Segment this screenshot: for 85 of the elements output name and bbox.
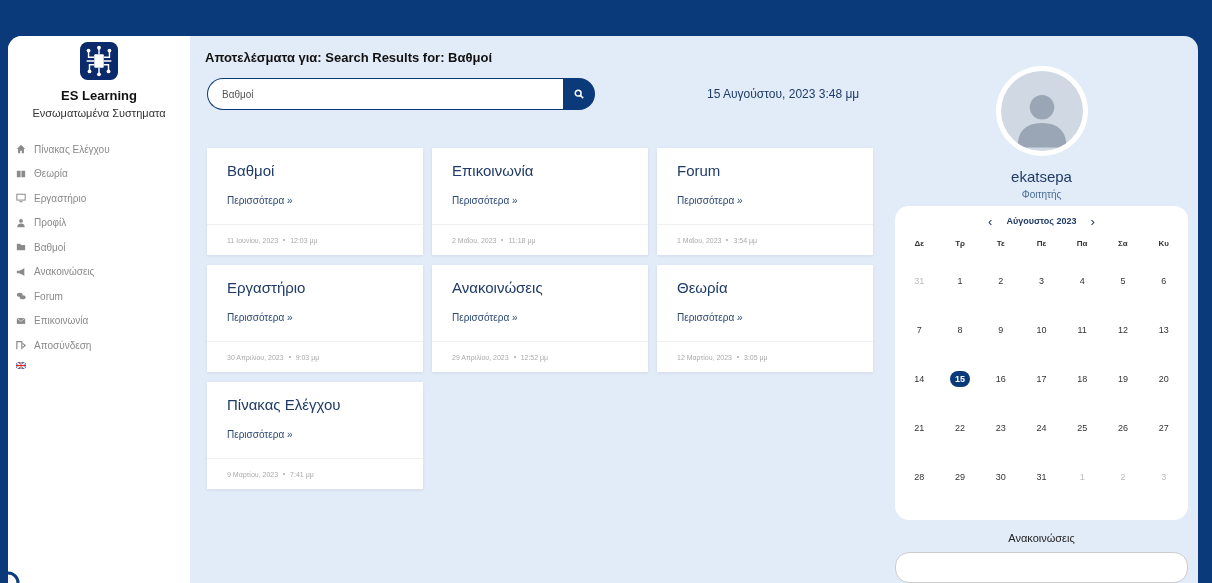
sidebar-item[interactable]: Αποσύνδεση [16, 333, 92, 358]
calendar-day[interactable]: 31 [1031, 469, 1052, 486]
calendar-day[interactable]: 6 [1153, 273, 1174, 290]
search-icon [574, 89, 584, 99]
calendar-day[interactable]: 3 [1031, 273, 1052, 290]
calendar-day[interactable]: 11 [1072, 322, 1093, 339]
username: ekatsepa [1011, 167, 1072, 185]
calendar-day[interactable]: 25 [1072, 420, 1093, 437]
calendar-day[interactable]: 5 [1112, 273, 1133, 290]
sidebar-item[interactable]: Θεωρία [16, 161, 68, 186]
monitor-icon [16, 193, 26, 204]
card-title: Πίνακας Ελέγχου [227, 396, 342, 413]
calendar-day[interactable]: 29 [950, 469, 971, 486]
sidebar-item[interactable]: Πίνακας Ελέγχου [16, 137, 110, 162]
calendar-day[interactable]: 18 [1072, 371, 1093, 388]
calendar-day[interactable]: 24 [1031, 420, 1052, 437]
mail-icon [16, 315, 26, 326]
weekday-label: Πα [1075, 238, 1089, 251]
calendar-day[interactable]: 7 [909, 322, 930, 339]
more-link[interactable]: Περισσότερα » [452, 195, 628, 206]
weekday-label: Τρ [954, 238, 966, 251]
more-link[interactable]: Περισσότερα » [677, 195, 853, 206]
card-title: Θεωρία [677, 279, 729, 296]
calendar-day[interactable]: 14 [909, 371, 930, 388]
calendar-day[interactable]: 20 [1153, 371, 1174, 388]
calendar-day[interactable]: 23 [990, 420, 1011, 437]
weekday-label: Δε [913, 238, 926, 251]
calendar-day[interactable]: 1 [950, 273, 971, 290]
calendar-day[interactable]: 10 [1031, 322, 1052, 339]
folder-icon [16, 242, 26, 253]
calendar-day[interactable]: 21 [909, 420, 930, 437]
card-title: Εργαστήριο [227, 279, 307, 296]
weekday-label: Τε [995, 238, 1006, 251]
current-datetime: 15 Αυγούστου, 2023 3:48 μμ [707, 87, 860, 101]
card-title: Επικοινωνία [452, 162, 535, 179]
weekday-label: Σα [1117, 238, 1129, 251]
calendar-day[interactable]: 19 [1112, 371, 1133, 388]
card-title: Βαθμοί [227, 162, 276, 179]
sidebar-item[interactable]: Εργαστήριο [16, 186, 87, 211]
calendar-day[interactable]: 9 [990, 322, 1011, 339]
search-field[interactable]: Βαθμοί [207, 78, 563, 110]
chip-logo-icon [80, 42, 118, 80]
calendar-day[interactable]: 22 [950, 420, 971, 437]
sidebar-item[interactable]: Προφίλ [16, 210, 67, 235]
calendar-day[interactable]: 12 [1112, 322, 1133, 339]
sidebar-item[interactable]: Βαθμοί [16, 235, 66, 260]
user-role: Φοιτητής [1021, 188, 1062, 200]
sidebar-item[interactable]: Επικοινωνία [16, 308, 89, 333]
logout-icon [16, 340, 26, 351]
sidebar-item[interactable]: Ανακοινώσεις [16, 259, 95, 284]
more-link[interactable]: Περισσότερα » [227, 195, 403, 206]
calendar-day[interactable]: 26 [1112, 420, 1133, 437]
more-link[interactable]: Περισσότερα » [227, 312, 403, 323]
card-title: Ανακοινώσεις [452, 279, 544, 296]
more-link[interactable]: Περισσότερα » [227, 429, 403, 440]
calendar-day[interactable]: 30 [990, 469, 1011, 486]
chat-icon [16, 291, 26, 302]
announcements-title: Ανακοινώσεις [1008, 531, 1075, 544]
calendar-day[interactable]: 17 [1031, 371, 1052, 388]
calendar-day[interactable]: 2 [990, 273, 1011, 290]
more-link[interactable]: Περισσότερα » [677, 312, 853, 323]
user-icon [16, 217, 26, 228]
calendar-day[interactable]: 15 [950, 371, 971, 388]
search-button[interactable] [563, 78, 595, 110]
calendar-day[interactable]: 27 [1153, 420, 1174, 437]
calendar-month: Αύγουστος 2023 [1006, 216, 1077, 227]
results-heading: Αποτελέσματα για: Search Results for: Βαθμοί [205, 50, 493, 65]
megaphone-icon [16, 266, 26, 277]
calendar-day[interactable]: 4 [1072, 273, 1093, 290]
next-month-button[interactable]: › [1086, 213, 1099, 229]
sidebar-item[interactable]: Forum [16, 284, 63, 309]
home-icon [16, 144, 26, 155]
brand-subtitle: Ενσωματωμένα Συστηματα [32, 107, 166, 119]
flag-icon[interactable] [16, 361, 26, 369]
calendar-day[interactable]: 16 [990, 371, 1011, 388]
calendar-day[interactable]: 28 [909, 469, 930, 486]
more-link[interactable]: Περισσότερα » [452, 312, 628, 323]
calendar-day[interactable]: 8 [950, 322, 971, 339]
weekday-label: Κυ [1157, 238, 1170, 251]
calendar-day[interactable]: 13 [1153, 322, 1174, 339]
brand-title: ES Learning [61, 88, 137, 103]
book-icon [16, 168, 26, 179]
weekday-label: Πε [1035, 238, 1048, 251]
card-title: Forum [677, 162, 722, 179]
previous-month-button[interactable]: ‹ [984, 213, 997, 229]
